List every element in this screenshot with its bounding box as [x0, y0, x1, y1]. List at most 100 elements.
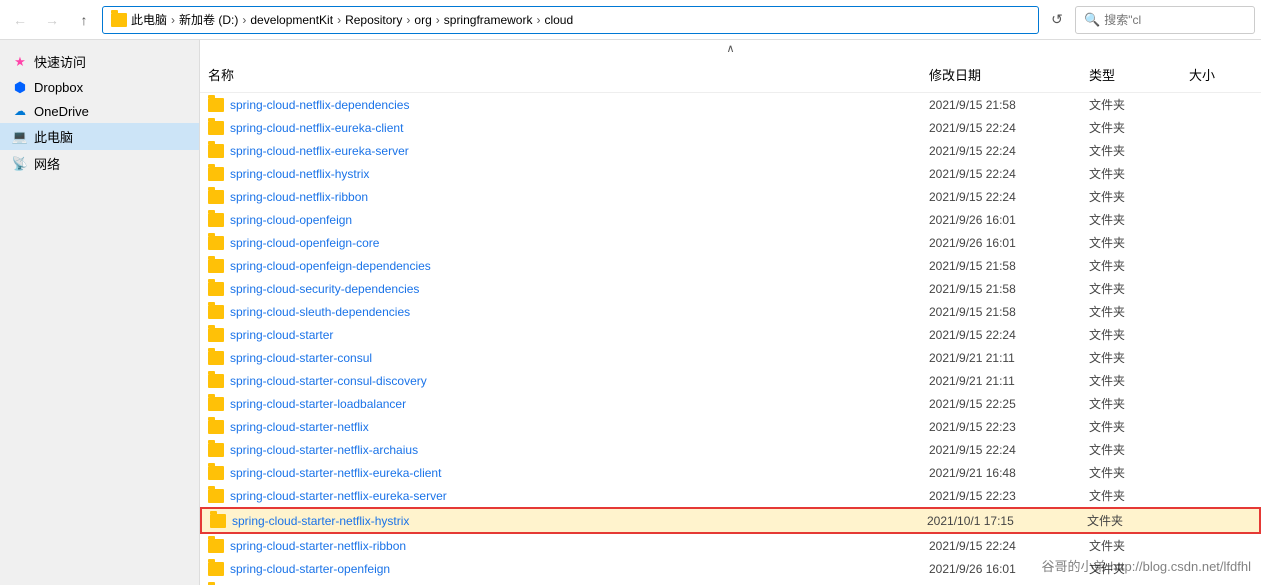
file-name-cell: spring-cloud-netflix-dependencies — [200, 94, 921, 115]
file-date-cell: 2021/9/15 22:24 — [921, 186, 1081, 207]
sidebar-item-this-pc[interactable]: 💻 此电脑 — [0, 123, 199, 150]
table-row[interactable]: spring-cloud-starter-netflix-ribbon2021/… — [200, 534, 1261, 557]
header-type[interactable]: 类型 — [1081, 61, 1181, 88]
file-size-cell — [1181, 278, 1261, 299]
address-part-devkit: developmentKit — [250, 13, 333, 27]
table-row[interactable]: spring-cloud-starter-netflix-eureka-serv… — [200, 484, 1261, 507]
table-row[interactable]: spring-cloud-starter-consul2021/9/21 21:… — [200, 346, 1261, 369]
sidebar-label-quick-access: 快速访问 — [34, 52, 86, 71]
table-row[interactable]: spring-cloud-starter-openfeign2021/9/26 … — [200, 557, 1261, 580]
file-date-cell: 2021/9/15 21:58 — [921, 581, 1081, 585]
forward-button[interactable]: → — [38, 6, 66, 34]
sidebar-item-onedrive[interactable]: ☁ OneDrive — [0, 99, 199, 123]
file-date-cell: 2021/9/15 22:24 — [921, 117, 1081, 138]
table-row[interactable]: spring-cloud-security-dependencies2021/9… — [200, 277, 1261, 300]
file-size-cell — [1181, 462, 1261, 483]
file-type-cell: 文件夹 — [1081, 186, 1181, 207]
file-name-text: spring-cloud-netflix-dependencies — [230, 98, 409, 112]
address-part-spring: springframework — [444, 13, 533, 27]
file-size-cell — [1181, 581, 1261, 585]
file-list-header: 名称 修改日期 类型 大小 — [200, 57, 1261, 93]
table-row[interactable]: spring-cloud-starter-netflix2021/9/15 22… — [200, 415, 1261, 438]
table-row[interactable]: spring-cloud-starter-netflix-eureka-clie… — [200, 461, 1261, 484]
file-date-cell: 2021/9/15 22:25 — [921, 393, 1081, 414]
file-name-cell: spring-cloud-sleuth-dependencies — [200, 301, 921, 322]
sidebar-item-dropbox[interactable]: ⬢ Dropbox — [0, 75, 199, 99]
header-modified[interactable]: 修改日期 — [921, 61, 1081, 88]
file-type-cell: 文件夹 — [1081, 255, 1181, 276]
file-type-cell: 文件夹 — [1081, 558, 1181, 579]
file-name-text: spring-cloud-starter-netflix — [230, 420, 369, 434]
file-name-text: spring-cloud-sleuth-dependencies — [230, 305, 410, 319]
sidebar-item-network[interactable]: 📡 网络 — [0, 150, 199, 177]
table-row[interactable]: spring-cloud-openfeign-dependencies2021/… — [200, 254, 1261, 277]
table-row[interactable]: spring-cloud-stream-dependencies2021/9/1… — [200, 580, 1261, 585]
folder-icon — [208, 282, 224, 296]
address-part-org: org — [414, 13, 431, 27]
file-name-cell: spring-cloud-starter-netflix-ribbon — [200, 535, 921, 556]
header-size[interactable]: 大小 — [1181, 61, 1261, 88]
file-size-cell — [1181, 140, 1261, 161]
sidebar-item-quick-access[interactable]: ★ 快速访问 — [0, 48, 199, 75]
file-size-cell — [1181, 416, 1261, 437]
table-row[interactable]: spring-cloud-sleuth-dependencies2021/9/1… — [200, 300, 1261, 323]
file-type-cell: 文件夹 — [1081, 278, 1181, 299]
sidebar-label-this-pc: 此电脑 — [34, 127, 73, 146]
file-name-cell: spring-cloud-starter-openfeign — [200, 558, 921, 579]
folder-icon — [208, 420, 224, 434]
folder-icon — [208, 236, 224, 250]
header-name[interactable]: 名称 — [200, 61, 921, 88]
dropbox-icon: ⬢ — [12, 79, 28, 95]
table-row[interactable]: spring-cloud-starter-consul-discovery202… — [200, 369, 1261, 392]
back-button[interactable]: ← — [6, 6, 34, 34]
file-name-cell: spring-cloud-starter-loadbalancer — [200, 393, 921, 414]
file-date-cell: 2021/9/15 22:24 — [921, 163, 1081, 184]
folder-icon — [208, 144, 224, 158]
table-row[interactable]: spring-cloud-netflix-eureka-server2021/9… — [200, 139, 1261, 162]
file-size-cell — [1181, 485, 1261, 506]
folder-icon — [208, 121, 224, 135]
folder-icon — [208, 190, 224, 204]
up-button[interactable]: ↑ — [70, 6, 98, 34]
table-row[interactable]: spring-cloud-starter-loadbalancer 2021/9/… — [200, 392, 1261, 415]
table-row[interactable]: spring-cloud-netflix-hystrix2021/9/15 22… — [200, 162, 1261, 185]
address-bar[interactable]: 此电脑 › 新加卷 (D:) › developmentKit › Reposi… — [102, 6, 1039, 34]
file-name-cell: spring-cloud-starter-netflix-eureka-serv… — [200, 485, 921, 506]
file-size-cell — [1181, 324, 1261, 345]
file-date-cell: 2021/10/1 17:15 — [919, 510, 1079, 531]
folder-icon — [208, 562, 224, 576]
table-row[interactable]: spring-cloud-netflix-ribbon2021/9/15 22:… — [200, 185, 1261, 208]
table-row[interactable]: spring-cloud-netflix-eureka-client2021/9… — [200, 116, 1261, 139]
file-date-cell: 2021/9/15 22:24 — [921, 140, 1081, 161]
table-row[interactable]: spring-cloud-starter2021/9/15 22:24文件夹 — [200, 323, 1261, 346]
folder-icon — [208, 167, 224, 181]
file-size-cell — [1181, 209, 1261, 230]
file-size-cell — [1181, 117, 1261, 138]
file-name-text: spring-cloud-starter-netflix-eureka-clie… — [230, 466, 441, 480]
up-arrow-icon: ∧ — [726, 42, 734, 55]
refresh-button[interactable]: ↺ — [1043, 6, 1071, 34]
file-date-cell: 2021/9/21 16:48 — [921, 462, 1081, 483]
file-name-text: spring-cloud-starter-consul — [230, 351, 372, 365]
file-size-cell — [1181, 301, 1261, 322]
file-size-cell — [1181, 232, 1261, 253]
table-row[interactable]: spring-cloud-starter-netflix-hystrix2021… — [200, 507, 1261, 534]
sidebar: ★ 快速访问 ⬢ Dropbox ☁ OneDrive 💻 此电脑 📡 网络 — [0, 40, 200, 585]
file-list: ∧ 名称 修改日期 类型 大小 spring-cloud-netflix-dep… — [200, 40, 1261, 585]
folder-icon — [208, 443, 224, 457]
file-type-cell: 文件夹 — [1081, 324, 1181, 345]
search-bar[interactable]: 🔍 — [1075, 6, 1255, 34]
search-input[interactable] — [1104, 13, 1246, 27]
file-explorer-window: ← → ↑ 此电脑 › 新加卷 (D:) › developmentKit › … — [0, 0, 1261, 585]
table-row[interactable]: spring-cloud-openfeign2021/9/26 16:01文件夹 — [200, 208, 1261, 231]
file-name-cell: spring-cloud-openfeign — [200, 209, 921, 230]
address-part-cloud: cloud — [544, 13, 573, 27]
table-row[interactable]: spring-cloud-starter-netflix-archaius202… — [200, 438, 1261, 461]
table-row[interactable]: spring-cloud-netflix-dependencies2021/9/… — [200, 93, 1261, 116]
file-type-cell: 文件夹 — [1081, 347, 1181, 368]
file-name-text: spring-cloud-openfeign — [230, 213, 352, 227]
file-type-cell: 文件夹 — [1081, 163, 1181, 184]
table-row[interactable]: spring-cloud-openfeign-core2021/9/26 16:… — [200, 231, 1261, 254]
file-date-cell: 2021/9/15 22:24 — [921, 324, 1081, 345]
file-name-text: spring-cloud-starter-loadbalancer — [230, 397, 406, 411]
